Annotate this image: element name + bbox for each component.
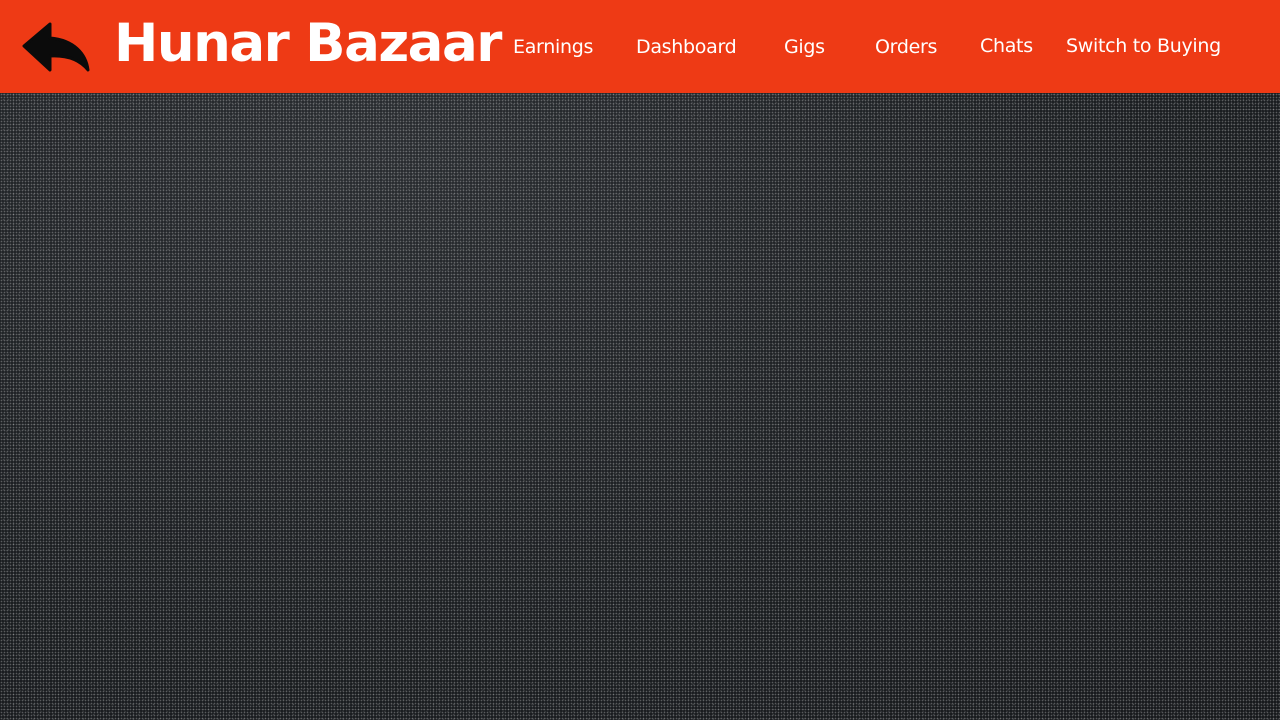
reply-arrow-icon: [22, 22, 90, 72]
switch-to-buying-link[interactable]: Switch to Buying: [1066, 31, 1221, 61]
back-button[interactable]: [20, 20, 92, 76]
nav-gigs[interactable]: Gigs: [784, 32, 825, 62]
brand-logo[interactable]: Hunar Bazaar: [114, 9, 502, 79]
nav-chats[interactable]: Chats: [980, 31, 1033, 61]
main-content-area: [0, 93, 1280, 720]
nav-dashboard[interactable]: Dashboard: [636, 32, 737, 62]
nav-earnings[interactable]: Earnings: [513, 32, 593, 62]
page-background: Hunar Bazaar Earnings Dashboard Gigs Ord…: [0, 0, 1280, 720]
top-navbar: Hunar Bazaar Earnings Dashboard Gigs Ord…: [0, 0, 1280, 93]
nav-orders[interactable]: Orders: [875, 32, 937, 62]
